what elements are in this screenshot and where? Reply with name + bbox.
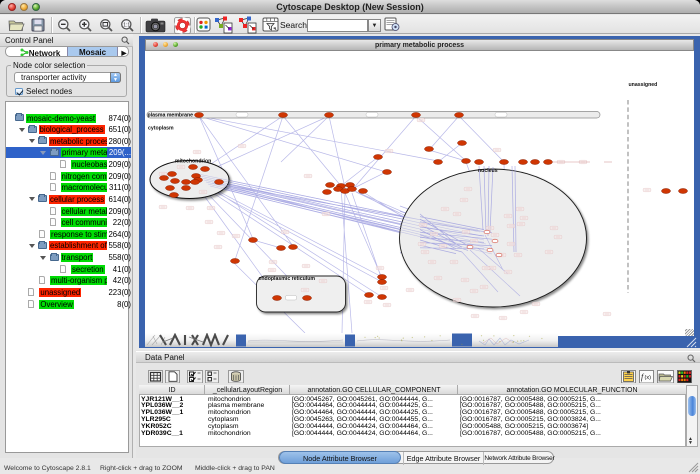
svg-text:cytoplasm: cytoplasm bbox=[148, 126, 174, 132]
svg-text:(x): (x) bbox=[645, 375, 652, 381]
svg-text:endoplasmic reticulum: endoplasmic reticulum bbox=[259, 276, 316, 282]
svg-text:mitochondrion: mitochondrion bbox=[175, 158, 211, 164]
svg-text:plasma membrane: plasma membrane bbox=[148, 112, 194, 118]
svg-text:nucleus: nucleus bbox=[478, 168, 498, 174]
svg-text:unassigned: unassigned bbox=[629, 82, 658, 88]
